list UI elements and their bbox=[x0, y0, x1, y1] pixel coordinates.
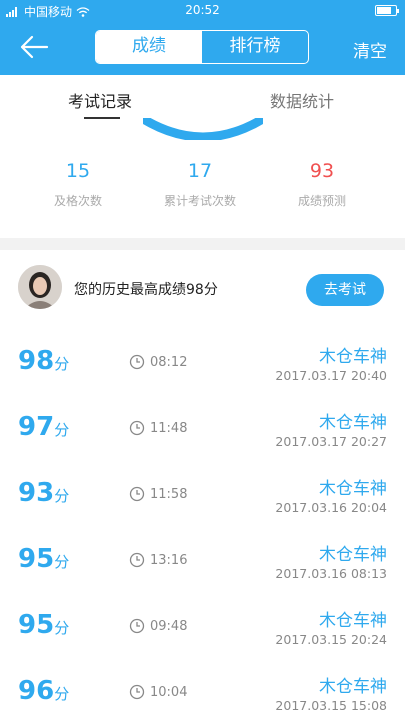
avatar bbox=[18, 265, 62, 309]
take-exam-button[interactable]: 去考试 bbox=[306, 274, 384, 306]
score-arc-gauge bbox=[143, 118, 263, 140]
record-username: 木仓车神 bbox=[319, 413, 387, 433]
list-item[interactable]: 95分 13:16 木仓车神 2017.03.16 08:13 bbox=[0, 526, 405, 592]
record-score: 95分 bbox=[18, 544, 70, 574]
stat-pass-count: 15 及格次数 bbox=[53, 160, 102, 208]
record-username: 木仓车神 bbox=[319, 479, 387, 499]
status-bar: 中国移动 20:52 bbox=[0, 0, 405, 20]
record-date: 2017.03.16 08:13 bbox=[275, 566, 387, 581]
record-duration: 10:04 bbox=[150, 685, 188, 700]
app-header: 中国移动 20:52 成绩 排行榜 清空 bbox=[0, 0, 405, 75]
record-date: 2017.03.15 15:08 bbox=[275, 698, 387, 713]
nav-bar: 成绩 排行榜 清空 bbox=[0, 20, 405, 75]
clear-button[interactable]: 清空 bbox=[353, 37, 387, 62]
record-score: 93分 bbox=[18, 478, 70, 508]
active-tab-indicator bbox=[84, 117, 120, 119]
record-duration: 09:48 bbox=[150, 619, 188, 634]
best-score-text: 您的历史最高成绩98分 bbox=[74, 282, 218, 298]
status-time: 20:52 bbox=[185, 3, 220, 17]
list-item[interactable]: 95分 09:48 木仓车神 2017.03.15 20:24 bbox=[0, 592, 405, 658]
record-duration: 11:58 bbox=[150, 487, 188, 502]
record-duration: 13:16 bbox=[150, 553, 188, 568]
record-username: 木仓车神 bbox=[319, 545, 387, 565]
list-item[interactable]: 97分 11:48 木仓车神 2017.03.17 20:27 bbox=[0, 394, 405, 460]
sub-tabs: 考试记录 数据统计 bbox=[0, 75, 405, 123]
stat-total-exams: 17 累计考试次数 bbox=[163, 160, 236, 208]
record-score: 96分 bbox=[18, 676, 70, 706]
section-divider bbox=[0, 238, 405, 250]
tab-data-stats[interactable]: 数据统计 bbox=[270, 88, 334, 112]
clock-icon bbox=[129, 420, 145, 436]
best-score-row: 您的历史最高成绩98分 去考试 bbox=[0, 250, 405, 325]
clock-icon bbox=[129, 684, 145, 700]
back-arrow-icon[interactable] bbox=[18, 33, 50, 61]
list-item[interactable]: 96分 10:04 木仓车神 2017.03.15 15:08 bbox=[0, 658, 405, 720]
tab-leaderboard[interactable]: 排行榜 bbox=[202, 31, 308, 63]
segmented-control: 成绩 排行榜 bbox=[95, 30, 309, 64]
clock-icon bbox=[129, 552, 145, 568]
record-date: 2017.03.16 20:04 bbox=[275, 500, 387, 515]
record-duration: 08:12 bbox=[150, 355, 188, 370]
record-score: 95分 bbox=[18, 610, 70, 640]
record-duration: 11:48 bbox=[150, 421, 188, 436]
record-username: 木仓车神 bbox=[319, 677, 387, 697]
record-date: 2017.03.15 20:24 bbox=[275, 632, 387, 647]
clock-icon bbox=[129, 354, 145, 370]
record-date: 2017.03.17 20:40 bbox=[275, 368, 387, 383]
record-score: 97分 bbox=[18, 412, 70, 442]
record-username: 木仓车神 bbox=[319, 611, 387, 631]
list-item[interactable]: 98分 08:12 木仓车神 2017.03.17 20:40 bbox=[0, 328, 405, 394]
list-item[interactable]: 93分 11:58 木仓车神 2017.03.16 20:04 bbox=[0, 460, 405, 526]
record-score: 98分 bbox=[18, 346, 70, 376]
tab-exam-record[interactable]: 考试记录 bbox=[68, 88, 132, 112]
stat-score-prediction: 93 成绩预测 bbox=[297, 160, 346, 208]
clock-icon bbox=[129, 486, 145, 502]
clock-icon bbox=[129, 618, 145, 634]
record-username: 木仓车神 bbox=[319, 347, 387, 367]
records-list: 98分 08:12 木仓车神 2017.03.17 20:40 97分 11:48 木仓车神… bbox=[0, 328, 405, 720]
tab-scores[interactable]: 成绩 bbox=[96, 31, 202, 63]
stats-row: 15 及格次数 17 累计考试次数 93 成绩预测 bbox=[0, 160, 405, 230]
battery-icon bbox=[375, 5, 399, 16]
record-date: 2017.03.17 20:27 bbox=[275, 434, 387, 449]
